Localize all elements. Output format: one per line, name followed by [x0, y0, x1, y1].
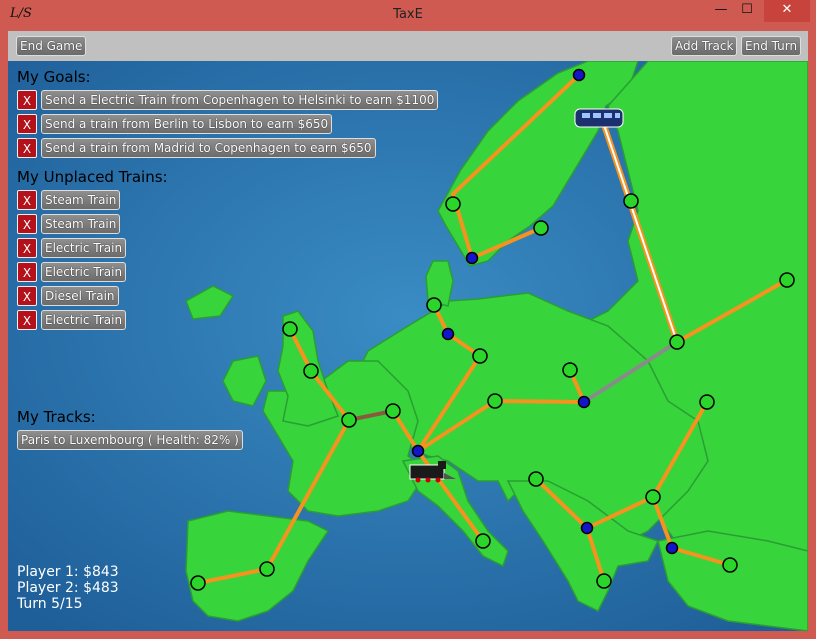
route-line[interactable] [416, 399, 497, 453]
track-item[interactable]: Paris to Luxembourg ( Health: 82% ) [17, 430, 243, 450]
discard-train-button[interactable]: X [17, 190, 37, 210]
route-line[interactable] [451, 73, 581, 196]
end-turn-button[interactable]: End Turn [741, 36, 802, 56]
station-node[interactable] [699, 394, 715, 410]
app-window: L/S TaxE — ☐ ✕ End Game Add Track End Tu… [0, 0, 816, 639]
goals-header: My Goals: [17, 68, 91, 86]
add-track-button[interactable]: Add Track [671, 36, 738, 56]
discard-goal-button[interactable]: X [17, 90, 37, 110]
discard-goal-button[interactable]: X [17, 138, 37, 158]
station-node[interactable] [303, 363, 319, 379]
station-node[interactable] [426, 297, 442, 313]
station-node[interactable] [779, 272, 795, 288]
station-node[interactable] [190, 575, 206, 591]
station-node[interactable] [341, 412, 357, 428]
title-bar: L/S TaxE — ☐ ✕ [0, 0, 816, 31]
route-line[interactable] [585, 526, 606, 583]
station-node[interactable] [385, 403, 401, 419]
route-line[interactable] [265, 418, 351, 571]
toolbar: End Game Add Track End Turn [8, 31, 808, 61]
turn-counter: Turn 5/15 [17, 596, 83, 612]
route-line[interactable] [416, 354, 482, 453]
station-node[interactable] [533, 220, 549, 236]
junction-node[interactable] [572, 68, 586, 82]
route-line[interactable] [534, 477, 589, 530]
route-line-active-highlight [601, 118, 678, 343]
train-item[interactable]: Steam Train [41, 190, 121, 210]
steam-train-icon[interactable] [409, 461, 456, 483]
route-line[interactable] [470, 226, 543, 260]
goal-item[interactable]: Send a train from Berlin to Lisbon to ea… [41, 114, 333, 134]
route-line[interactable] [675, 278, 789, 344]
discard-train-button[interactable]: X [17, 286, 37, 306]
station-node[interactable] [445, 196, 461, 212]
route-line-grey[interactable] [582, 340, 679, 404]
station-node[interactable] [487, 393, 503, 409]
close-icon[interactable]: ✕ [764, 0, 810, 22]
junction-node[interactable] [441, 327, 455, 341]
trains-header: My Unplaced Trains: [17, 168, 168, 186]
route-line[interactable] [196, 567, 269, 585]
train-item[interactable]: Steam Train [41, 214, 121, 234]
discard-train-button[interactable]: X [17, 214, 37, 234]
station-node[interactable] [259, 561, 275, 577]
window-title: TaxE [393, 7, 423, 22]
junction-node[interactable] [580, 521, 594, 535]
train-item[interactable]: Electric Train [41, 262, 127, 282]
route-line[interactable] [651, 400, 709, 499]
discard-goal-button[interactable]: X [17, 114, 37, 134]
junction-node[interactable] [577, 395, 591, 409]
maximize-icon[interactable]: ☐ [732, 0, 762, 22]
goal-item[interactable]: Send a train from Madrid to Copenhagen t… [41, 138, 376, 158]
station-node[interactable] [562, 362, 578, 378]
junction-node[interactable] [665, 541, 679, 555]
goal-item[interactable]: Send a Electric Train from Copenhagen to… [41, 90, 439, 110]
electric-train-icon[interactable] [574, 108, 624, 128]
train-item[interactable]: Electric Train [41, 310, 127, 330]
station-node[interactable] [528, 471, 544, 487]
end-game-button[interactable]: End Game [16, 36, 87, 56]
station-node[interactable] [596, 573, 612, 589]
station-node[interactable] [472, 348, 488, 364]
station-node[interactable] [282, 321, 298, 337]
junction-node[interactable] [411, 444, 425, 458]
train-item[interactable]: Electric Train [41, 238, 127, 258]
route-line[interactable] [651, 495, 674, 550]
station-node[interactable] [475, 533, 491, 549]
station-node[interactable] [645, 489, 661, 505]
route-line[interactable] [670, 546, 732, 567]
discard-train-button[interactable]: X [17, 262, 37, 282]
junction-node[interactable] [465, 251, 479, 265]
game-board: My Goals: X Send a Electric Train from C… [8, 61, 808, 631]
station-node[interactable] [722, 557, 738, 573]
player2-money: Player 2: $483 [17, 580, 119, 596]
player1-money: Player 1: $843 [17, 564, 119, 580]
route-line[interactable] [585, 495, 655, 530]
route-line[interactable] [309, 369, 351, 422]
station-node[interactable] [623, 193, 639, 209]
station-node[interactable] [669, 334, 685, 350]
tracks-header: My Tracks: [17, 408, 96, 426]
discard-train-button[interactable]: X [17, 238, 37, 258]
discard-train-button[interactable]: X [17, 310, 37, 330]
route-line[interactable] [493, 399, 586, 404]
train-item[interactable]: Diesel Train [41, 286, 119, 306]
